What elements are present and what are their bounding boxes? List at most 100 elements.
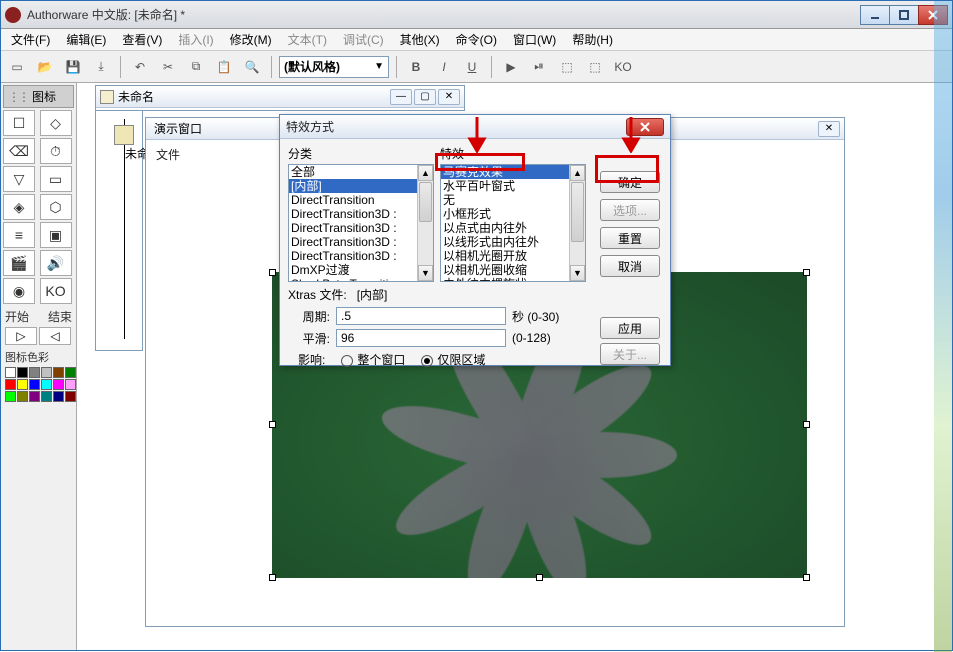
map-icon[interactable]: ▣: [40, 222, 72, 248]
list-item[interactable]: 水平百叶窗式: [441, 179, 585, 193]
color-swatch[interactable]: [29, 391, 40, 402]
knowledge-icon[interactable]: KO: [611, 55, 635, 79]
menu-modify[interactable]: 修改(M): [222, 28, 280, 51]
pause-icon[interactable]: ⏯: [527, 55, 551, 79]
paste-icon[interactable]: 📋: [212, 55, 236, 79]
italic-icon[interactable]: I: [432, 55, 456, 79]
resize-handle[interactable]: [803, 269, 810, 276]
list-item[interactable]: DirectTransition3D :: [289, 235, 433, 249]
color-swatch[interactable]: [17, 367, 28, 378]
copy-icon[interactable]: ⧉: [184, 55, 208, 79]
menu-window[interactable]: 窗口(W): [505, 28, 564, 51]
find-icon[interactable]: 🔍: [240, 55, 264, 79]
menu-other[interactable]: 其他(X): [392, 28, 448, 51]
scroll-up-icon[interactable]: ▲: [418, 165, 433, 181]
sound-icon[interactable]: 🔊: [40, 250, 72, 276]
erase-icon[interactable]: ⌫: [3, 138, 35, 164]
new-file-icon[interactable]: ▭: [5, 55, 29, 79]
radio-area-only[interactable]: 仅限区域: [421, 351, 485, 368]
movie-icon[interactable]: 🎬: [3, 250, 35, 276]
start-flag-icon[interactable]: ▷: [5, 327, 37, 345]
bold-icon[interactable]: B: [404, 55, 428, 79]
color-swatch[interactable]: [5, 391, 16, 402]
end-flag-icon[interactable]: ◁: [39, 327, 71, 345]
ok-button[interactable]: 确定: [600, 171, 660, 193]
style-select[interactable]: (默认风格) ▼: [279, 56, 389, 78]
scrollbar[interactable]: ▲ ▼: [417, 165, 433, 281]
options-button[interactable]: 选项...: [600, 199, 660, 221]
flow-max-button[interactable]: ▢: [414, 89, 436, 105]
decision-icon[interactable]: ◈: [3, 194, 35, 220]
color-swatch[interactable]: [5, 367, 16, 378]
underline-icon[interactable]: U: [460, 55, 484, 79]
color-swatch[interactable]: [29, 379, 40, 390]
menu-help[interactable]: 帮助(H): [564, 28, 621, 51]
undo-icon[interactable]: ↶: [128, 55, 152, 79]
scroll-down-icon[interactable]: ▼: [418, 265, 433, 281]
run-icon[interactable]: ▶: [499, 55, 523, 79]
import-icon[interactable]: ⤓: [89, 55, 113, 79]
menu-debug[interactable]: 调试(C): [335, 28, 392, 51]
color-swatch[interactable]: [53, 379, 64, 390]
list-item[interactable]: DirectTransition3D :: [289, 221, 433, 235]
smooth-input[interactable]: 96: [336, 329, 506, 347]
list-item[interactable]: SharkByte Transitio: [289, 277, 433, 282]
var-window-icon[interactable]: ⬚: [583, 55, 607, 79]
func-window-icon[interactable]: ⬚: [555, 55, 579, 79]
scroll-down-icon[interactable]: ▼: [570, 265, 585, 281]
scroll-thumb[interactable]: [419, 182, 432, 222]
resize-handle[interactable]: [269, 421, 276, 428]
calc-icon[interactable]: ≡: [3, 222, 35, 248]
menu-command[interactable]: 命令(O): [448, 28, 505, 51]
menu-view[interactable]: 查看(V): [114, 28, 170, 51]
reset-button[interactable]: 重置: [600, 227, 660, 249]
list-item[interactable]: DirectTransition: [289, 193, 433, 207]
menu-text[interactable]: 文本(T): [280, 28, 335, 51]
list-item[interactable]: 全部: [289, 165, 433, 179]
ko-icon[interactable]: KO: [40, 278, 72, 304]
color-swatch[interactable]: [41, 367, 52, 378]
pres-close-button[interactable]: ✕: [818, 121, 840, 137]
resize-handle[interactable]: [269, 574, 276, 581]
radio-whole-window[interactable]: 整个窗口: [341, 351, 405, 368]
color-swatch[interactable]: [17, 391, 28, 402]
menu-edit[interactable]: 编辑(E): [58, 28, 114, 51]
list-item[interactable]: [内部]: [289, 179, 433, 193]
flow-min-button[interactable]: —: [390, 89, 412, 105]
color-swatch[interactable]: [53, 367, 64, 378]
motion-icon[interactable]: ◇: [40, 110, 72, 136]
framework-icon[interactable]: ▭: [40, 166, 72, 192]
color-swatch[interactable]: [41, 379, 52, 390]
list-item[interactable]: 马赛克效果: [441, 165, 585, 179]
category-listbox[interactable]: 全部[内部]DirectTransitionDirectTransition3D…: [288, 164, 434, 282]
flow-close-button[interactable]: ✕: [438, 89, 460, 105]
color-swatch[interactable]: [65, 391, 76, 402]
color-swatch[interactable]: [5, 379, 16, 390]
color-swatch[interactable]: [65, 379, 76, 390]
display-icon[interactable]: ☐: [3, 110, 35, 136]
resize-handle[interactable]: [803, 574, 810, 581]
interaction-icon[interactable]: ⬡: [40, 194, 72, 220]
list-item[interactable]: 小框形式: [441, 207, 585, 221]
apply-button[interactable]: 应用: [600, 317, 660, 339]
save-icon[interactable]: 💾: [61, 55, 85, 79]
list-item[interactable]: 以相机光圈收缩: [441, 263, 585, 277]
list-item[interactable]: 以相机光圈开放: [441, 249, 585, 263]
scroll-thumb[interactable]: [571, 182, 584, 242]
list-item[interactable]: 以线形式由内往外: [441, 235, 585, 249]
color-swatch[interactable]: [53, 391, 64, 402]
cancel-button[interactable]: 取消: [600, 255, 660, 277]
color-swatch[interactable]: [29, 367, 40, 378]
icon-palette-title[interactable]: 图标: [3, 85, 74, 108]
list-item[interactable]: DirectTransition3D :: [289, 207, 433, 221]
color-swatch[interactable]: [65, 367, 76, 378]
dialog-close-button[interactable]: [626, 118, 664, 136]
resize-handle[interactable]: [536, 574, 543, 581]
menu-file[interactable]: 文件(F): [3, 28, 58, 51]
scroll-up-icon[interactable]: ▲: [570, 165, 585, 181]
wait-icon[interactable]: ⏱: [40, 138, 72, 164]
cut-icon[interactable]: ✂: [156, 55, 180, 79]
nav-icon[interactable]: ▽: [3, 166, 35, 192]
list-item[interactable]: 无: [441, 193, 585, 207]
dvd-icon[interactable]: ◉: [3, 278, 35, 304]
